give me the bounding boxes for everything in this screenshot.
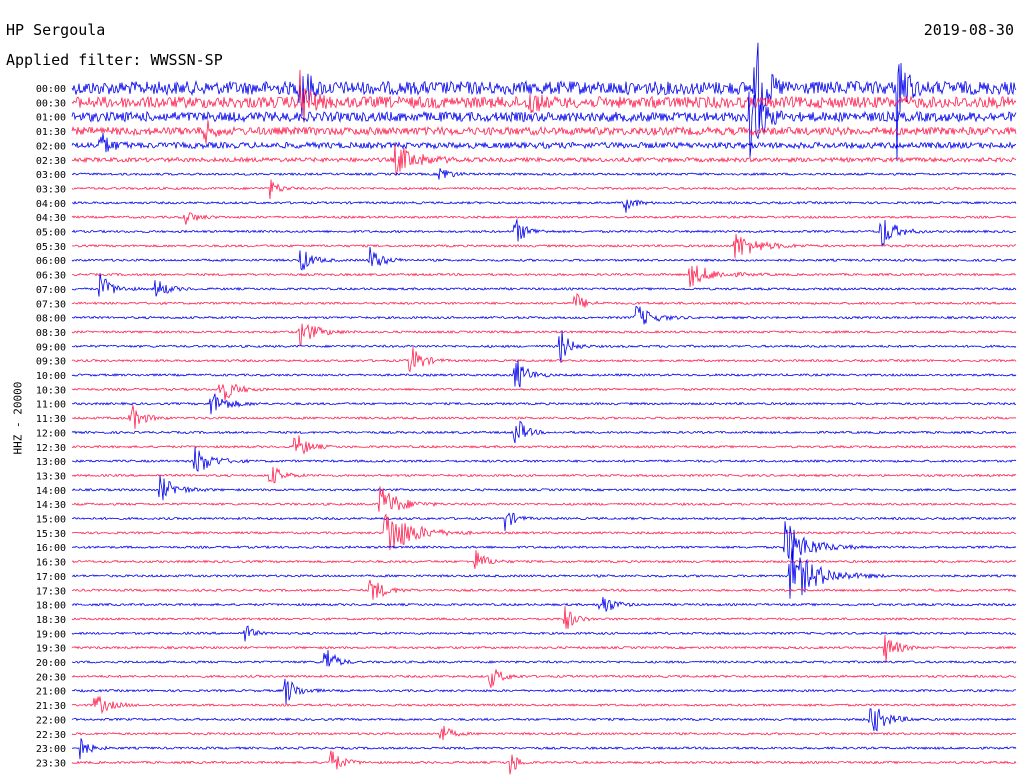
time-tick-label: 17:30 xyxy=(36,586,66,597)
time-tick-label: 03:30 xyxy=(36,184,66,195)
trace-line xyxy=(71,219,1017,247)
trace-line xyxy=(71,359,1017,388)
trace-line xyxy=(71,212,1017,225)
trace-line xyxy=(71,606,1017,629)
seismogram-plot: 00:00 00:30 01:00 01:30 02:00 02:30 03:00 03:30… xyxy=(36,42,1017,775)
trace-line xyxy=(71,133,1017,153)
trace-line xyxy=(71,144,1017,176)
time-tick-label: 22:30 xyxy=(36,730,66,741)
trace-line xyxy=(71,265,1016,288)
trace-line xyxy=(71,696,1017,715)
time-tick-label: 01:00 xyxy=(36,113,66,124)
trace-line xyxy=(71,246,1017,271)
time-tick-label: 15:00 xyxy=(36,515,66,526)
trace-line xyxy=(71,447,1017,472)
time-tick-label: 20:00 xyxy=(36,658,66,669)
time-tick-label: 00:00 xyxy=(36,84,66,95)
seismogram-traces xyxy=(71,42,1017,775)
trace-line xyxy=(71,669,1017,688)
time-tick-label: 08:30 xyxy=(36,328,66,339)
time-tick-label: 06:30 xyxy=(36,271,66,282)
time-tick-label: 14:00 xyxy=(36,486,66,497)
trace-line xyxy=(71,420,1017,444)
time-tick-label: 21:00 xyxy=(36,687,66,698)
time-tick-label: 16:00 xyxy=(36,543,66,554)
trace-line xyxy=(71,625,1017,642)
time-tick-label: 20:30 xyxy=(36,672,66,683)
time-tick-label: 19:00 xyxy=(36,629,66,640)
time-tick-label: 13:00 xyxy=(36,457,66,468)
trace-line xyxy=(71,330,1017,363)
time-tick-label: 11:30 xyxy=(36,414,66,425)
time-tick-label: 07:30 xyxy=(36,299,66,310)
time-tick-label: 09:30 xyxy=(36,357,66,368)
trace-line xyxy=(71,168,1017,180)
time-tick-label: 16:30 xyxy=(36,558,66,569)
time-tick-label: 07:00 xyxy=(36,285,66,296)
trace-line xyxy=(71,649,1017,667)
trace-line xyxy=(71,597,1017,612)
trace-line xyxy=(71,738,1017,760)
trace-line xyxy=(71,435,1017,455)
time-tick-label: 23:00 xyxy=(36,744,66,755)
time-tick-label: 06:00 xyxy=(36,256,66,267)
trace-line xyxy=(71,521,1017,562)
time-tick-label: 13:30 xyxy=(36,471,66,482)
time-tick-label: 17:00 xyxy=(36,572,66,583)
time-tick-label: 21:30 xyxy=(36,701,66,712)
time-tick-label: 09:00 xyxy=(36,342,66,353)
time-tick-label: 19:30 xyxy=(36,644,66,655)
trace-line xyxy=(71,486,1017,512)
trace-line xyxy=(71,293,1017,308)
trace-line xyxy=(71,512,1017,531)
time-tick-label: 04:30 xyxy=(36,213,66,224)
time-tick-label: 08:00 xyxy=(36,314,66,325)
time-tick-label: 00:30 xyxy=(36,98,66,109)
time-tick-label: 05:00 xyxy=(36,228,66,239)
trace-line xyxy=(71,466,1017,484)
trace-line xyxy=(71,750,1017,775)
trace-line xyxy=(71,678,1017,705)
time-tick-label: 10:00 xyxy=(36,371,66,382)
time-tick-label: 23:30 xyxy=(36,758,66,769)
time-tick-label: 11:00 xyxy=(36,400,66,411)
time-tick-label: 22:00 xyxy=(36,715,66,726)
trace-line xyxy=(71,347,1017,373)
trace-line xyxy=(71,393,1017,415)
trace-line xyxy=(72,513,1017,551)
time-tick-label: 18:00 xyxy=(36,601,66,612)
time-tick-label: 01:30 xyxy=(36,127,66,138)
trace-line xyxy=(71,475,1017,501)
trace-line xyxy=(72,405,1017,429)
trace-line xyxy=(71,233,1016,259)
time-tick-label: 10:30 xyxy=(36,385,66,396)
time-tick-label: 04:00 xyxy=(36,199,66,210)
trace-line xyxy=(71,708,1017,732)
time-tick-label: 03:00 xyxy=(36,170,66,181)
time-tick-labels: 00:00 00:30 01:00 01:30 02:00 02:30 03:00 03:30… xyxy=(36,84,66,769)
trace-line xyxy=(71,323,1017,345)
time-tick-label: 12:30 xyxy=(36,443,66,454)
time-tick-label: 14:30 xyxy=(36,500,66,511)
time-tick-label: 12:00 xyxy=(36,428,66,439)
trace-line xyxy=(71,179,1017,200)
trace-line xyxy=(71,305,1017,325)
trace-line xyxy=(71,550,1017,569)
time-tick-label: 15:30 xyxy=(36,529,66,540)
time-tick-label: 05:30 xyxy=(36,242,66,253)
trace-line xyxy=(71,272,1017,297)
trace-line xyxy=(71,120,1017,144)
trace-line xyxy=(71,199,1017,213)
time-tick-label: 18:30 xyxy=(36,615,66,626)
trace-line xyxy=(71,634,1017,663)
trace-line xyxy=(71,579,1017,600)
time-tick-label: 02:00 xyxy=(36,141,66,152)
time-tick-label: 02:30 xyxy=(36,156,66,167)
